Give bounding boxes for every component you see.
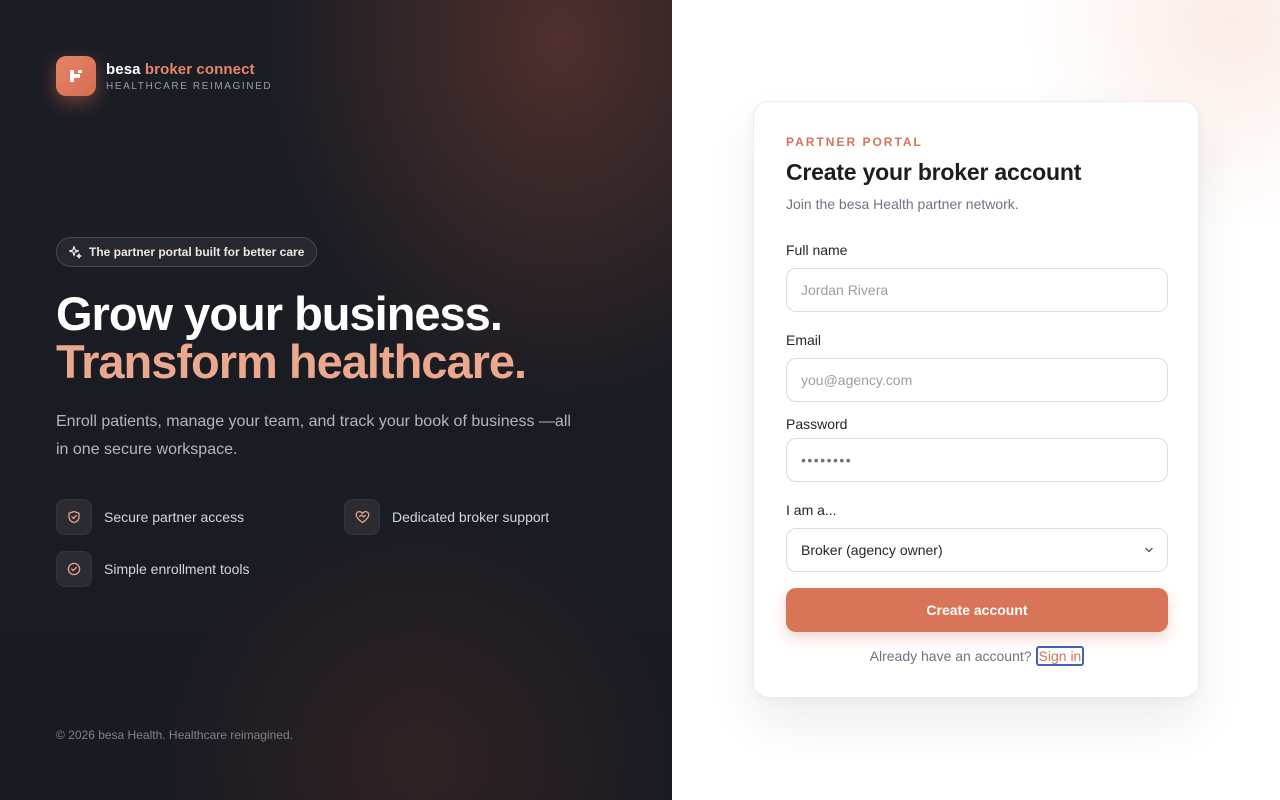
brand-name-part1: besa <box>106 60 141 78</box>
hero-pill-label: The partner portal built for better care <box>89 245 305 259</box>
card-eyebrow: PARTNER PORTAL <box>786 135 923 149</box>
shield-icon <box>56 499 92 535</box>
feature-broker-support: Dedicated broker support <box>344 499 549 535</box>
password-label: Password <box>786 416 848 432</box>
card-subtitle: Join the besa Health partner network. <box>786 196 1019 212</box>
brand-tagline: HEALTHCARE REIMAGINED <box>106 80 273 92</box>
feature-label: Secure partner access <box>104 509 245 525</box>
brand-name: besa broker connect <box>106 61 272 79</box>
password-value: •••••••• <box>801 452 853 468</box>
role-select[interactable]: Broker (agency owner) <box>786 528 1168 572</box>
sparkle-icon <box>68 245 82 259</box>
card-title: Create your broker account <box>786 159 1082 185</box>
email-label: Email <box>786 332 822 348</box>
chevron-down-icon <box>1145 547 1153 553</box>
check-circle-icon <box>56 551 92 587</box>
signup-card: PARTNER PORTAL Create your broker accoun… <box>753 101 1199 698</box>
form-panel: PARTNER PORTAL Create your broker accoun… <box>672 0 1280 800</box>
hero-headline: Grow your business. Transform healthcare… <box>56 287 527 388</box>
email-input[interactable] <box>786 358 1168 402</box>
brand-text: besa broker connect HEALTHCARE REIMAGINE… <box>106 61 272 92</box>
create-account-button[interactable]: Create account <box>786 588 1168 632</box>
logo-icon <box>56 56 96 96</box>
role-label: I am a... <box>786 502 837 518</box>
heart-handshake-icon <box>344 499 380 535</box>
feature-secure-access: Secure partner access <box>56 499 244 535</box>
feature-label: Dedicated broker support <box>392 509 550 525</box>
hero-panel: besa broker connect HEALTHCARE REIMAGINE… <box>0 0 672 800</box>
brand: besa broker connect HEALTHCARE REIMAGINE… <box>56 56 272 96</box>
role-select-value: Broker (agency owner) <box>801 542 943 558</box>
signin-link[interactable]: Sign in <box>1035 646 1085 666</box>
hero-lead: Enroll patients, manage your team, and t… <box>56 413 571 458</box>
hero-headline-line2: Transform healthcare. <box>56 335 527 388</box>
brand-name-part2: broker connect <box>144 60 255 78</box>
signin-prompt: Already have an account? <box>869 648 1032 664</box>
password-input[interactable]: •••••••• <box>786 438 1168 482</box>
hero-headline-line1: Grow your business. <box>56 287 503 340</box>
copyright: © 2026 besa Health. Healthcare reimagine… <box>56 728 293 742</box>
feature-enrollment-tools: Simple enrollment tools <box>56 551 250 587</box>
signin-row: Already have an account? Sign in <box>754 646 1200 666</box>
hero-pill: The partner portal built for better care <box>56 237 318 267</box>
full-name-label: Full name <box>786 242 848 258</box>
feature-label: Simple enrollment tools <box>104 561 250 577</box>
full-name-input[interactable] <box>786 268 1168 312</box>
